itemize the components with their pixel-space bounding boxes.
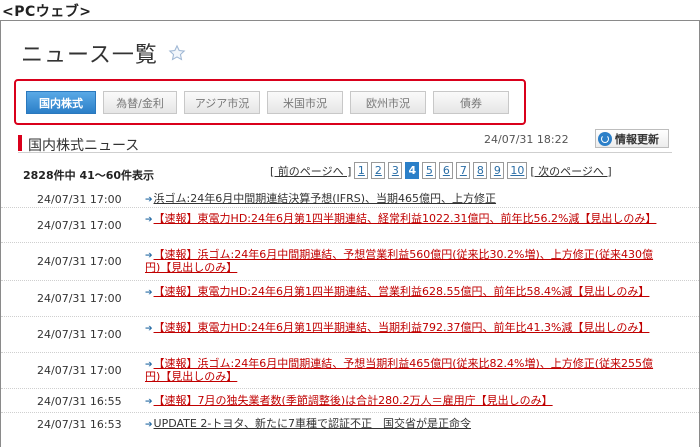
news-row: 24/07/31 17:00 ➔【速報】東電力HD:24年6月第1四半期連結、当… — [1, 317, 699, 353]
page-link-5[interactable]: 5 — [422, 162, 437, 179]
news-headline-link[interactable]: ➔【速報】東電力HD:24年6月第1四半期連結、営業利益628.55億円、前年比… — [145, 286, 665, 299]
next-page-link[interactable]: [ 次のページへ ] — [530, 163, 611, 179]
page-title: ニュース一覧 — [21, 43, 158, 68]
news-time: 24/07/31 16:55 — [37, 395, 122, 408]
page-link-1[interactable]: 1 — [354, 162, 369, 179]
news-time: 24/07/31 17:00 — [37, 364, 122, 377]
section-title: 国内株式ニュース — [28, 138, 140, 154]
arrow-icon: ➔ — [145, 397, 153, 407]
news-time: 24/07/31 17:00 — [37, 219, 122, 232]
news-time: 24/07/31 17:00 — [37, 193, 122, 206]
page-link-8[interactable]: 8 — [473, 162, 488, 179]
section-header: 国内株式ニュース 24/07/31 18:22 情報更新 — [18, 129, 672, 154]
page-caption: <PCウェブ> — [2, 4, 92, 20]
arrow-icon: ➔ — [145, 288, 153, 298]
prev-page-link[interactable]: [ 前のページへ ] — [270, 163, 351, 179]
tab-europe-market[interactable]: 欧州市況 — [350, 91, 426, 114]
result-count: 2828件中 41～60件表示 — [23, 169, 155, 182]
news-headline-link[interactable]: ➔【速報】東電力HD:24年6月第1四半期連結、経常利益1022.31億円、前年… — [145, 213, 665, 226]
news-list: 24/07/31 17:00 ➔浜ゴム:24年6月中間期連結決算予想(IFRS)… — [1, 189, 699, 435]
arrow-icon: ➔ — [145, 420, 153, 430]
news-headline-link[interactable]: ➔【速報】7月の独失業者数(季節調整後)は合計280.2万人＝雇用庁【見出しのみ… — [145, 395, 665, 408]
section-accent-bar — [18, 135, 22, 151]
news-headline-link[interactable]: ➔浜ゴム:24年6月中間期連結決算予想(IFRS)、当期465億円、上方修正 — [145, 193, 665, 206]
news-row: 24/07/31 17:00 ➔浜ゴム:24年6月中間期連結決算予想(IFRS)… — [1, 189, 699, 208]
page-current-4: 4 — [405, 162, 420, 179]
tab-domestic-stocks[interactable]: 国内株式 — [26, 91, 96, 114]
refresh-button[interactable]: 情報更新 — [595, 129, 669, 148]
news-row: 24/07/31 16:55 ➔【速報】7月の独失業者数(季節調整後)は合計28… — [1, 389, 699, 413]
page-link-7[interactable]: 7 — [456, 162, 471, 179]
star-icon[interactable] — [168, 44, 186, 62]
market-tabs: 国内株式 為替/金利 アジア市況 米国市況 欧州市況 債券 — [26, 91, 509, 114]
page-link-2[interactable]: 2 — [371, 162, 386, 179]
news-headline-link[interactable]: ➔【速報】浜ゴム:24年6月中間期連結、予想当期利益465億円(従来比82.4%… — [145, 358, 665, 383]
news-row: 24/07/31 17:00 ➔【速報】浜ゴム:24年6月中間期連結、予想営業利… — [1, 243, 699, 281]
page-link-3[interactable]: 3 — [388, 162, 403, 179]
refresh-label: 情報更新 — [615, 132, 659, 146]
news-row: 24/07/31 17:00 ➔【速報】東電力HD:24年6月第1四半期連結、経… — [1, 208, 699, 243]
arrow-icon: ➔ — [145, 195, 153, 205]
arrow-icon: ➔ — [145, 324, 153, 334]
news-time: 24/07/31 17:00 — [37, 292, 122, 305]
page-link-10[interactable]: 10 — [507, 162, 528, 179]
news-time: 24/07/31 16:53 — [37, 418, 122, 431]
title-row: ニュース一覧 — [21, 37, 186, 69]
tab-us-market[interactable]: 米国市況 — [267, 91, 343, 114]
page-link-6[interactable]: 6 — [439, 162, 454, 179]
refresh-icon — [598, 131, 612, 146]
news-list-window: ニュース一覧 国内株式 為替/金利 アジア市況 米国市況 欧州市況 債券 国内株… — [0, 20, 700, 447]
news-time: 24/07/31 17:00 — [37, 255, 122, 268]
tab-fx-rates[interactable]: 為替/金利 — [103, 91, 177, 114]
news-headline-link[interactable]: ➔UPDATE 2-トヨタ、新たに7車種で認証不正 国交省が是正命令 — [145, 418, 665, 431]
news-row: 24/07/31 16:53 ➔UPDATE 2-トヨタ、新たに7車種で認証不正… — [1, 413, 699, 435]
tab-asia-market[interactable]: アジア市況 — [184, 91, 260, 114]
news-time: 24/07/31 17:00 — [37, 328, 122, 341]
updated-time: 24/07/31 18:22 — [484, 133, 569, 146]
news-headline-link[interactable]: ➔【速報】東電力HD:24年6月第1四半期連結、当期利益792.37億円、前年比… — [145, 322, 665, 335]
news-headline-link[interactable]: ➔【速報】浜ゴム:24年6月中間期連結、予想営業利益560億円(従来比30.2%… — [145, 249, 665, 274]
tab-bonds[interactable]: 債券 — [433, 91, 509, 114]
page-link-9[interactable]: 9 — [490, 162, 505, 179]
arrow-icon: ➔ — [145, 215, 153, 225]
news-row: 24/07/31 17:00 ➔【速報】浜ゴム:24年6月中間期連結、予想当期利… — [1, 353, 699, 389]
news-row: 24/07/31 17:00 ➔【速報】東電力HD:24年6月第1四半期連結、営… — [1, 281, 699, 317]
pagination: [ 前のページへ ] 1 2 3 4 5 6 7 8 9 10 [ 次のページへ… — [270, 162, 612, 179]
market-tabs-highlight: 国内株式 為替/金利 アジア市況 米国市況 欧州市況 債券 — [14, 79, 526, 125]
